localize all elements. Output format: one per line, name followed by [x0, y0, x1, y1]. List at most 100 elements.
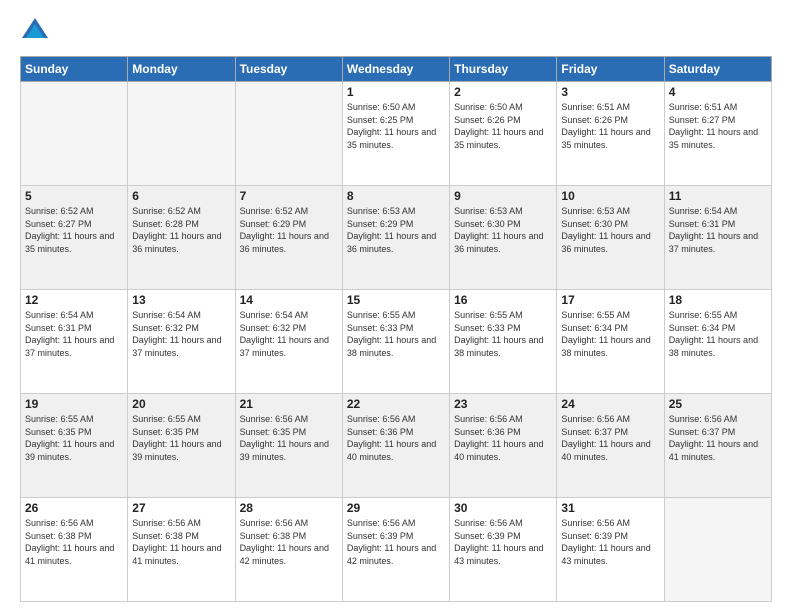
day-info: Sunrise: 6:56 AMSunset: 6:38 PMDaylight:… — [240, 517, 338, 567]
calendar-cell: 11 Sunrise: 6:54 AMSunset: 6:31 PMDayligh… — [664, 186, 771, 290]
calendar-cell: 1 Sunrise: 6:50 AMSunset: 6:25 PMDaylight… — [342, 82, 449, 186]
calendar-cell: 15 Sunrise: 6:55 AMSunset: 6:33 PMDayligh… — [342, 290, 449, 394]
day-info: Sunrise: 6:54 AMSunset: 6:31 PMDaylight:… — [669, 205, 767, 255]
calendar-cell: 30Sunrise: 6:56 AMSunset: 6:39 PMDayligh… — [450, 498, 557, 602]
calendar-cell: 10Sunrise: 6:53 AMSunset: 6:30 PMDayligh… — [557, 186, 664, 290]
day-info: Sunrise: 6:56 AMSunset: 6:38 PMDaylight:… — [25, 517, 123, 567]
day-info: Sunrise: 6:53 AMSunset: 6:30 PMDaylight:… — [454, 205, 552, 255]
day-info: Sunrise: 6:55 AMSunset: 6:34 PMDaylight:… — [669, 309, 767, 359]
calendar-cell: 29 Sunrise: 6:56 AMSunset: 6:39 PMDayligh… — [342, 498, 449, 602]
day-number: 24 — [561, 397, 659, 411]
day-number: 6 — [132, 189, 230, 203]
day-info: Sunrise: 6:56 AMSunset: 6:39 PMDaylight:… — [347, 517, 445, 567]
day-number: 20 — [132, 397, 230, 411]
weekday-header-sunday: Sunday — [21, 57, 128, 82]
day-info: Sunrise: 6:50 AMSunset: 6:26 PMDaylight:… — [454, 101, 552, 151]
day-number: 7 — [240, 189, 338, 203]
calendar-week-row: 12 Sunrise: 6:54 AMSunset: 6:31 PMDayligh… — [21, 290, 772, 394]
logo — [20, 16, 54, 46]
day-number: 9 — [454, 189, 552, 203]
calendar-cell: 14 Sunrise: 6:54 AMSunset: 6:32 PMDayligh… — [235, 290, 342, 394]
day-number: 31 — [561, 501, 659, 515]
day-info: Sunrise: 6:53 AMSunset: 6:29 PMDaylight:… — [347, 205, 445, 255]
day-number: 11 — [669, 189, 767, 203]
weekday-header-monday: Monday — [128, 57, 235, 82]
calendar-cell: 7Sunrise: 6:52 AMSunset: 6:29 PMDaylight… — [235, 186, 342, 290]
day-number: 16 — [454, 293, 552, 307]
day-number: 5 — [25, 189, 123, 203]
calendar-cell: 13Sunrise: 6:54 AMSunset: 6:32 PMDayligh… — [128, 290, 235, 394]
day-number: 25 — [669, 397, 767, 411]
day-info: Sunrise: 6:56 AMSunset: 6:35 PMDaylight:… — [240, 413, 338, 463]
page: SundayMondayTuesdayWednesdayThursdayFrid… — [0, 0, 792, 612]
day-number: 29 — [347, 501, 445, 515]
calendar-cell — [21, 82, 128, 186]
day-info: Sunrise: 6:56 AMSunset: 6:37 PMDaylight:… — [561, 413, 659, 463]
day-number: 13 — [132, 293, 230, 307]
day-number: 1 — [347, 85, 445, 99]
calendar-week-row: 1 Sunrise: 6:50 AMSunset: 6:25 PMDaylight… — [21, 82, 772, 186]
day-info: Sunrise: 6:50 AMSunset: 6:25 PMDaylight:… — [347, 101, 445, 151]
calendar-table: SundayMondayTuesdayWednesdayThursdayFrid… — [20, 56, 772, 602]
day-info: Sunrise: 6:55 AMSunset: 6:33 PMDaylight:… — [454, 309, 552, 359]
calendar-week-row: 5 Sunrise: 6:52 AMSunset: 6:27 PMDaylight… — [21, 186, 772, 290]
weekday-header-row: SundayMondayTuesdayWednesdayThursdayFrid… — [21, 57, 772, 82]
calendar-cell: 5 Sunrise: 6:52 AMSunset: 6:27 PMDaylight… — [21, 186, 128, 290]
day-info: Sunrise: 6:54 AMSunset: 6:31 PMDaylight:… — [25, 309, 123, 359]
calendar-cell: 3 Sunrise: 6:51 AMSunset: 6:26 PMDaylight… — [557, 82, 664, 186]
day-number: 3 — [561, 85, 659, 99]
calendar-cell: 17Sunrise: 6:55 AMSunset: 6:34 PMDayligh… — [557, 290, 664, 394]
day-info: Sunrise: 6:56 AMSunset: 6:37 PMDaylight:… — [669, 413, 767, 463]
calendar-cell: 22 Sunrise: 6:56 AMSunset: 6:36 PMDayligh… — [342, 394, 449, 498]
day-info: Sunrise: 6:54 AMSunset: 6:32 PMDaylight:… — [240, 309, 338, 359]
day-number: 23 — [454, 397, 552, 411]
day-info: Sunrise: 6:51 AMSunset: 6:27 PMDaylight:… — [669, 101, 767, 151]
calendar-cell: 25 Sunrise: 6:56 AMSunset: 6:37 PMDayligh… — [664, 394, 771, 498]
calendar-week-row: 19 Sunrise: 6:55 AMSunset: 6:35 PMDayligh… — [21, 394, 772, 498]
calendar-cell: 27Sunrise: 6:56 AMSunset: 6:38 PMDayligh… — [128, 498, 235, 602]
day-number: 28 — [240, 501, 338, 515]
calendar-cell — [235, 82, 342, 186]
calendar-cell: 26 Sunrise: 6:56 AMSunset: 6:38 PMDayligh… — [21, 498, 128, 602]
day-info: Sunrise: 6:56 AMSunset: 6:39 PMDaylight:… — [561, 517, 659, 567]
day-info: Sunrise: 6:56 AMSunset: 6:36 PMDaylight:… — [347, 413, 445, 463]
day-info: Sunrise: 6:52 AMSunset: 6:27 PMDaylight:… — [25, 205, 123, 255]
calendar-cell: 2Sunrise: 6:50 AMSunset: 6:26 PMDaylight… — [450, 82, 557, 186]
calendar-cell: 28 Sunrise: 6:56 AMSunset: 6:38 PMDayligh… — [235, 498, 342, 602]
day-info: Sunrise: 6:56 AMSunset: 6:36 PMDaylight:… — [454, 413, 552, 463]
day-info: Sunrise: 6:55 AMSunset: 6:35 PMDaylight:… — [25, 413, 123, 463]
day-number: 21 — [240, 397, 338, 411]
day-number: 10 — [561, 189, 659, 203]
day-number: 22 — [347, 397, 445, 411]
weekday-header-thursday: Thursday — [450, 57, 557, 82]
day-info: Sunrise: 6:51 AMSunset: 6:26 PMDaylight:… — [561, 101, 659, 151]
day-number: 12 — [25, 293, 123, 307]
weekday-header-wednesday: Wednesday — [342, 57, 449, 82]
day-number: 8 — [347, 189, 445, 203]
calendar-cell — [664, 498, 771, 602]
calendar-cell: 24 Sunrise: 6:56 AMSunset: 6:37 PMDayligh… — [557, 394, 664, 498]
day-info: Sunrise: 6:56 AMSunset: 6:38 PMDaylight:… — [132, 517, 230, 567]
calendar-cell: 12 Sunrise: 6:54 AMSunset: 6:31 PMDayligh… — [21, 290, 128, 394]
calendar-cell: 20 Sunrise: 6:55 AMSunset: 6:35 PMDayligh… — [128, 394, 235, 498]
day-number: 19 — [25, 397, 123, 411]
day-number: 4 — [669, 85, 767, 99]
calendar-cell: 21 Sunrise: 6:56 AMSunset: 6:35 PMDayligh… — [235, 394, 342, 498]
calendar-cell: 8 Sunrise: 6:53 AMSunset: 6:29 PMDaylight… — [342, 186, 449, 290]
day-number: 18 — [669, 293, 767, 307]
logo-icon — [20, 16, 50, 46]
day-info: Sunrise: 6:55 AMSunset: 6:35 PMDaylight:… — [132, 413, 230, 463]
calendar-cell — [128, 82, 235, 186]
weekday-header-friday: Friday — [557, 57, 664, 82]
day-number: 26 — [25, 501, 123, 515]
day-number: 17 — [561, 293, 659, 307]
calendar-cell: 4 Sunrise: 6:51 AMSunset: 6:27 PMDaylight… — [664, 82, 771, 186]
day-number: 14 — [240, 293, 338, 307]
calendar-week-row: 26 Sunrise: 6:56 AMSunset: 6:38 PMDayligh… — [21, 498, 772, 602]
day-info: Sunrise: 6:55 AMSunset: 6:33 PMDaylight:… — [347, 309, 445, 359]
day-number: 30 — [454, 501, 552, 515]
calendar-cell: 6 Sunrise: 6:52 AMSunset: 6:28 PMDaylight… — [128, 186, 235, 290]
day-info: Sunrise: 6:52 AMSunset: 6:28 PMDaylight:… — [132, 205, 230, 255]
day-number: 15 — [347, 293, 445, 307]
calendar-cell: 18 Sunrise: 6:55 AMSunset: 6:34 PMDayligh… — [664, 290, 771, 394]
